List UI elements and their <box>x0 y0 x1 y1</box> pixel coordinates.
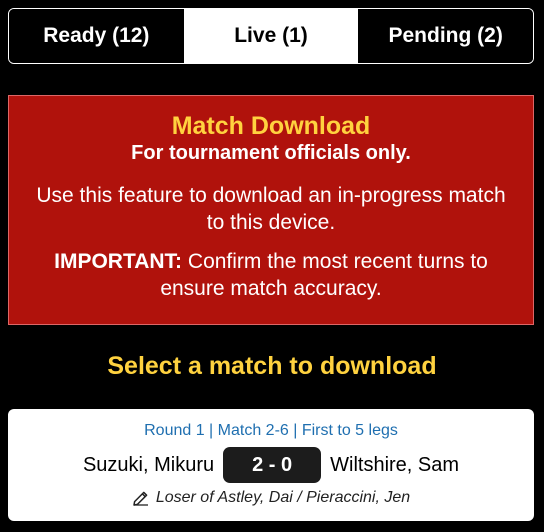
player-left: Suzuki, Mikuru <box>82 453 215 476</box>
notice-important: IMPORTANT: Confirm the most recent turns… <box>29 248 513 302</box>
match-note: Loser of Astley, Dai / Pieraccini, Jen <box>8 489 534 507</box>
match-card[interactable]: Round 1 | Match 2-6 | First to 5 legs Su… <box>8 409 534 521</box>
tab-pending[interactable]: Pending (2) <box>358 9 533 63</box>
match-download-notice: Match Download For tournament officials … <box>8 95 534 325</box>
match-score: 2 - 0 <box>223 447 322 483</box>
select-match-heading: Select a match to download <box>107 352 437 380</box>
match-status-tabs: Ready (12) Live (1) Pending (2) <box>8 8 534 64</box>
notice-subtitle: For tournament officials only. <box>131 142 411 164</box>
edit-icon <box>132 489 150 507</box>
tab-live[interactable]: Live (1) <box>183 9 359 63</box>
important-label: IMPORTANT: <box>54 250 183 273</box>
match-meta: Round 1 | Match 2-6 | First to 5 legs <box>144 422 398 439</box>
notice-title: Match Download <box>171 112 371 140</box>
notice-body: Use this feature to download an in-progr… <box>36 184 506 234</box>
player-right: Wiltshire, Sam <box>330 453 460 476</box>
tab-ready[interactable]: Ready (12) <box>9 9 184 63</box>
match-note-text: Loser of Astley, Dai / Pieraccini, Jen <box>155 489 411 506</box>
important-text: Confirm the most recent turns to ensure … <box>160 250 488 300</box>
match-row: Suzuki, Mikuru 2 - 0 Wiltshire, Sam <box>8 447 534 483</box>
